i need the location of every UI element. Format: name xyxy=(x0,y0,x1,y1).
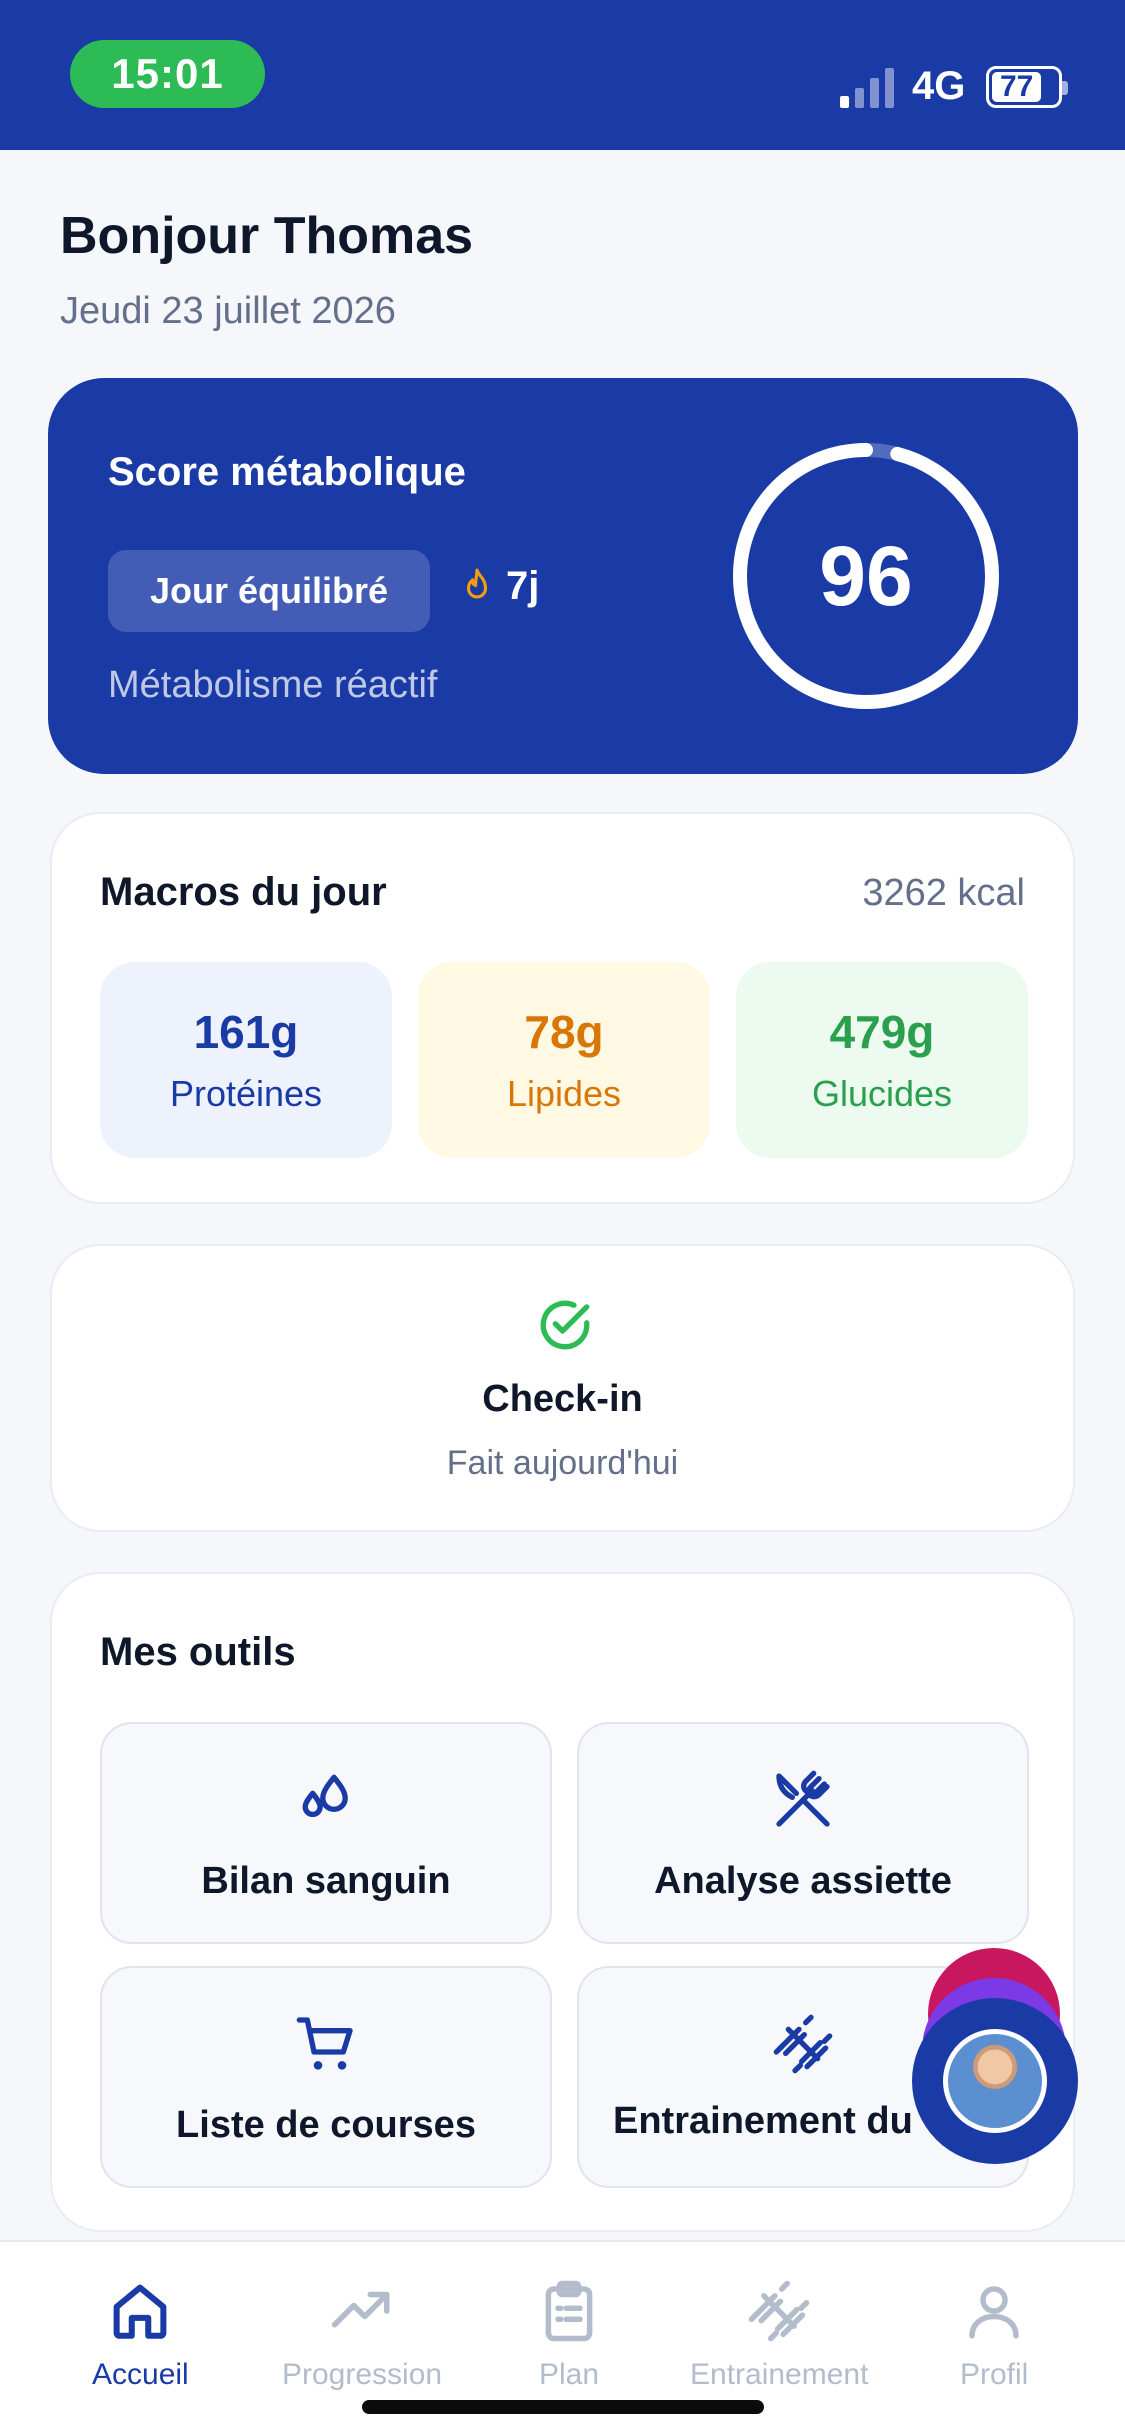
macro-label: Lipides xyxy=(506,1073,622,1114)
macro-value: 78g xyxy=(524,1006,604,1058)
battery-icon: 77 xyxy=(986,66,1068,108)
nav-item-progression[interactable]: Progression xyxy=(282,2278,442,2392)
signal-icon xyxy=(840,68,894,108)
score-title: Score métabolique xyxy=(108,450,466,494)
metabolism-status: Métabolisme réactif xyxy=(108,664,438,706)
check-circle-icon xyxy=(540,1300,590,1350)
coach-avatar xyxy=(943,2029,1047,2133)
tool-blood-test[interactable]: Bilan sanguin xyxy=(100,1722,552,1944)
tool-label: Liste de courses xyxy=(176,2104,476,2146)
day-status-badge: Jour équilibré xyxy=(108,550,430,632)
utensils-cross-icon xyxy=(776,1770,830,1827)
nav-item-home[interactable]: Accueil xyxy=(92,2278,189,2392)
macros-title: Macros du jour xyxy=(100,870,387,914)
current-date: Jeudi 23 juillet 2026 xyxy=(60,290,396,332)
nav-label: Progression xyxy=(282,2358,443,2391)
coach-fab[interactable] xyxy=(912,1948,1080,2208)
checkin-card[interactable]: Check-in Fait aujourd'hui xyxy=(50,1244,1075,1532)
macro-label: Glucides xyxy=(811,1073,953,1114)
macro-tile-proteins: 161g Protéines xyxy=(100,962,392,1158)
nav-item-plan[interactable]: Plan xyxy=(536,2278,602,2392)
nav-label: Entrainement xyxy=(690,2358,869,2391)
tool-label: Entrainement du xyxy=(613,2100,913,2142)
macro-tile-lipids: 78g Lipides xyxy=(418,962,710,1158)
streak-value: 7j xyxy=(506,564,540,608)
checkin-subtitle: Fait aujourd'hui xyxy=(446,1444,679,1482)
macro-value: 161g xyxy=(193,1006,299,1058)
home-indicator xyxy=(362,2400,764,2414)
tool-label: Bilan sanguin xyxy=(201,1860,451,1902)
tools-title: Mes outils xyxy=(100,1630,296,1674)
user-icon xyxy=(969,2286,1019,2339)
home-icon xyxy=(113,2284,167,2339)
macro-value: 479g xyxy=(829,1006,935,1058)
shopping-cart-icon xyxy=(296,2017,353,2070)
checkin-title: Check-in xyxy=(482,1378,643,1420)
tool-label: Analyse assiette xyxy=(654,1860,952,1902)
macro-tile-carbs: 479g Glucides xyxy=(736,962,1028,1158)
blood-drops-icon xyxy=(302,1774,348,1817)
macros-kcal: 3262 kcal xyxy=(862,872,1025,914)
battery-level: 77 xyxy=(992,70,1042,103)
nav-item-profile[interactable]: Profil xyxy=(960,2278,1028,2392)
nav-item-workout[interactable]: Entrainement xyxy=(690,2278,868,2392)
coach-button[interactable] xyxy=(912,1998,1078,2164)
nav-label: Plan xyxy=(538,2358,600,2391)
status-time: 15:01 xyxy=(70,40,265,108)
dumbbell-icon xyxy=(773,2014,833,2074)
network-type: 4G xyxy=(912,64,966,108)
macros-card[interactable]: Macros du jour 3262 kcal 161g Protéines … xyxy=(50,812,1075,1204)
macro-label: Protéines xyxy=(169,1073,323,1114)
tool-plate-analysis[interactable]: Analyse assiette xyxy=(577,1722,1029,1944)
greeting-title: Bonjour Thomas xyxy=(60,207,474,265)
nav-label: Profil xyxy=(960,2358,1029,2391)
nav-label: Accueil xyxy=(92,2358,189,2391)
trending-up-icon xyxy=(331,2291,390,2328)
clipboard-icon xyxy=(545,2280,593,2342)
streak: 7j xyxy=(460,564,539,609)
tool-shopping-list[interactable]: Liste de courses xyxy=(100,1966,552,2188)
dumbbell-icon xyxy=(748,2280,810,2342)
metabolic-score-card[interactable]: Score métabolique Jour équilibré 7j Méta… xyxy=(48,378,1078,774)
status-bar: 15:01 4G 77 xyxy=(0,0,1125,150)
flame-icon xyxy=(466,567,488,598)
score-value: 96 xyxy=(819,528,913,623)
